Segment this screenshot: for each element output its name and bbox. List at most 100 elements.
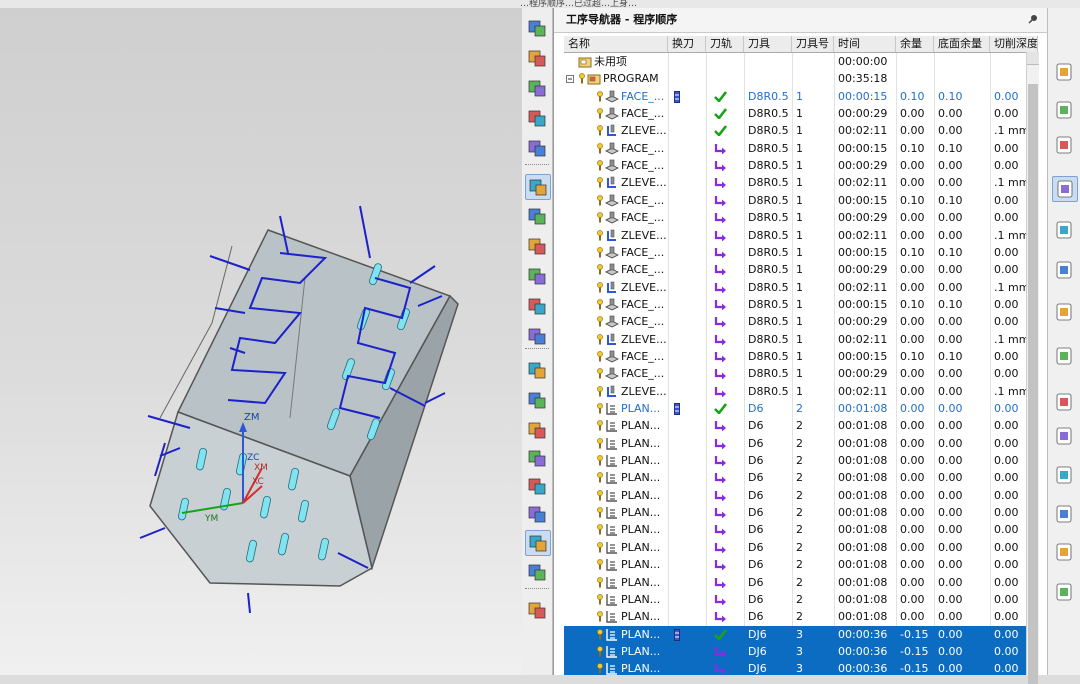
operation-nav-tab[interactable] [1052, 176, 1078, 202]
operation-name-cell[interactable]: PLAN... [564, 469, 668, 486]
operation-row[interactable]: PLAN... DJ6 3 00:00:36 -0.15 0.00 0.00 [564, 642, 1038, 661]
tree-node-unused[interactable]: 未用项 00:00:00 [564, 53, 1038, 70]
reuse-library-tab[interactable] [1052, 218, 1076, 242]
operation-name-cell[interactable]: FACE_... [564, 348, 668, 365]
post-process-button[interactable] [525, 560, 549, 584]
replay-toolpath-button[interactable] [525, 324, 549, 348]
operation-name-cell[interactable]: PLAN... [564, 417, 668, 434]
operation-row[interactable]: PLAN... DJ6 3 00:00:36 -0.15 0.00 0.00 [564, 625, 1038, 643]
operation-row[interactable]: PLAN... D6 2 00:01:08 0.00 0.00 0.00 [564, 574, 1038, 591]
create-program-button[interactable] [525, 16, 549, 40]
color-tab[interactable] [1052, 502, 1076, 526]
operation-name-cell[interactable]: PLAN... [564, 504, 668, 521]
roles-tab[interactable] [1052, 580, 1076, 604]
operation-name-cell[interactable]: ZLEVE... [564, 331, 668, 348]
operation-row[interactable]: PLAN... D6 2 00:01:08 0.00 0.00 0.00 [564, 452, 1038, 469]
operation-row[interactable]: FACE_... D8R0.5 1 00:00:29 0.00 0.00 0.00 [564, 313, 1038, 330]
operation-name-cell[interactable]: ZLEVE... [564, 174, 668, 191]
operation-row[interactable]: ZLEVE... D8R0.5 1 00:02:11 0.00 0.00.1 mm [564, 122, 1038, 139]
column-header-floor[interactable]: 底面余量 [934, 36, 990, 52]
operation-row[interactable]: FACE_... D8R0.5 1 00:00:15 0.10 0.10 0.00 [564, 140, 1038, 157]
generate-toolpath-button[interactable] [525, 294, 549, 318]
operation-row[interactable]: PLAN... D6 2 00:01:08 0.00 0.00 0.00 [564, 435, 1038, 452]
pin-icon[interactable] [1028, 14, 1038, 24]
operation-name-cell[interactable]: FACE_... [564, 296, 668, 313]
operation-row[interactable]: FACE_... D8R0.5 1 00:00:29 0.00 0.00 0.00 [564, 157, 1038, 174]
navigator-scrollbar[interactable] [1026, 52, 1039, 684]
create-operation-button[interactable] [525, 136, 549, 160]
operation-name-cell[interactable]: 未用项 [564, 53, 668, 70]
resource-bar-tab[interactable] [1052, 60, 1076, 84]
edit-operation-button[interactable] [525, 358, 549, 382]
shop-doc-button[interactable] [525, 598, 549, 622]
cut-button[interactable] [525, 388, 549, 412]
operation-row[interactable]: PLAN... D6 2 00:01:08 0.00 0.00 0.00 [564, 539, 1038, 556]
operation-name-cell[interactable]: ZLEVE... [564, 383, 668, 400]
column-header-tool[interactable]: 刀具 [744, 36, 792, 52]
operation-row[interactable]: PLAN... D6 2 00:01:08 0.00 0.00 0.00 [564, 417, 1038, 434]
simulate-button[interactable] [525, 530, 551, 556]
operation-name-cell[interactable]: FACE_... [564, 209, 668, 226]
operation-name-cell[interactable]: PLAN... [564, 574, 668, 591]
column-header-depth[interactable]: 切削深度 [990, 36, 1038, 52]
operation-name-cell[interactable]: PLAN... [564, 608, 668, 625]
operation-name-cell[interactable]: PLAN... [564, 643, 668, 660]
operation-name-cell[interactable]: ZLEVE... [564, 279, 668, 296]
web-browser-tab[interactable] [1052, 258, 1076, 282]
operation-row[interactable]: PLAN... D6 2 00:01:08 0.00 0.00 0.00 [564, 487, 1038, 504]
operation-row[interactable]: FACE_... D8R0.5 1 00:00:29 0.00 0.00 0.00 [564, 261, 1038, 278]
operation-name-cell[interactable]: PLAN... [564, 660, 668, 675]
operation-row[interactable]: FACE_... D8R0.5 1 00:00:29 0.00 0.00 0.00 [564, 105, 1038, 122]
column-header-path[interactable]: 刀轨 [706, 36, 744, 52]
verify-toolpath-button[interactable] [525, 502, 549, 526]
operation-name-cell[interactable]: PLAN... [564, 487, 668, 504]
assembly-nav-tab[interactable] [1052, 98, 1076, 122]
paste-button[interactable] [525, 446, 549, 470]
operation-name-cell[interactable]: FACE_... [564, 244, 668, 261]
operation-row[interactable]: PLAN... D6 2 00:01:08 0.00 0.00 0.00 [564, 400, 1038, 417]
operation-row[interactable]: FACE_... D8R0.5 1 00:00:29 0.00 0.00 0.00 [564, 365, 1038, 382]
operation-name-cell[interactable]: PLAN... [564, 400, 668, 417]
scroll-up-button[interactable] [1027, 52, 1039, 65]
operation-row[interactable]: ZLEVE... D8R0.5 1 00:02:11 0.00 0.00.1 mm [564, 174, 1038, 191]
operation-name-cell[interactable]: PROGRAM [564, 70, 668, 87]
program-order-view-button[interactable] [525, 174, 551, 200]
machine-tool-view-button[interactable] [525, 204, 549, 228]
clock-tab[interactable] [1052, 424, 1076, 448]
info-tab[interactable] [1052, 344, 1076, 368]
operation-name-cell[interactable]: FACE_... [564, 105, 668, 122]
operation-name-cell[interactable]: FACE_... [564, 157, 668, 174]
operation-row[interactable]: PLAN... D6 2 00:01:08 0.00 0.00 0.00 [564, 504, 1038, 521]
operation-name-cell[interactable]: PLAN... [564, 452, 668, 469]
report-tab[interactable] [1052, 463, 1076, 487]
operation-row[interactable]: PLAN... D6 2 00:01:08 0.00 0.00 0.00 [564, 469, 1038, 486]
column-header-name[interactable]: 名称 [564, 36, 668, 52]
operation-row[interactable]: ZLEVE... D8R0.5 1 00:02:11 0.00 0.00.1 mm [564, 383, 1038, 400]
column-header-num[interactable]: 刀具号 [792, 36, 834, 52]
geometry-view-button[interactable] [525, 234, 549, 258]
graphics-viewport[interactable]: ZM ZC XM XC YM [0, 8, 522, 675]
operation-row[interactable]: FACE_... D8R0.5 1 00:00:15 0.10 0.10 0.00 [564, 244, 1038, 261]
operation-row[interactable]: ZLEVE... D8R0.5 1 00:02:11 0.00 0.00.1 mm [564, 279, 1038, 296]
operation-name-cell[interactable]: FACE_... [564, 313, 668, 330]
operation-name-cell[interactable]: PLAN... [564, 435, 668, 452]
copy-button[interactable] [525, 418, 549, 442]
history-tab[interactable] [1052, 300, 1076, 324]
operation-row[interactable]: FACE_... D8R0.5 1 00:00:15 0.10 0.10 0.00 [564, 348, 1038, 365]
tree-node-program[interactable]: PROGRAM 00:35:18 [564, 70, 1038, 87]
operation-row[interactable]: FACE_... D8R0.5 1 00:00:15 0.10 0.10 0.00 [564, 192, 1038, 209]
delete-button[interactable] [525, 474, 549, 498]
create-geometry-button[interactable] [525, 76, 549, 100]
operation-name-cell[interactable]: FACE_... [564, 192, 668, 209]
operation-name-cell[interactable]: PLAN... [564, 539, 668, 556]
operation-name-cell[interactable]: FACE_... [564, 140, 668, 157]
operation-name-cell[interactable]: ZLEVE... [564, 122, 668, 139]
operation-name-cell[interactable]: FACE_... [564, 365, 668, 382]
scroll-thumb[interactable] [1028, 84, 1038, 684]
operation-row[interactable]: FACE_... D8R0.5 1 00:00:15 0.10 0.10 0.00 [564, 88, 1038, 105]
operation-name-cell[interactable]: PLAN... [564, 521, 668, 538]
operation-row[interactable]: PLAN... D6 2 00:01:08 0.00 0.00 0.00 [564, 556, 1038, 573]
part-model[interactable]: ZM ZC XM XC YM [0, 8, 522, 675]
column-header-time[interactable]: 时间 [834, 36, 896, 52]
operation-name-cell[interactable]: ZLEVE... [564, 227, 668, 244]
